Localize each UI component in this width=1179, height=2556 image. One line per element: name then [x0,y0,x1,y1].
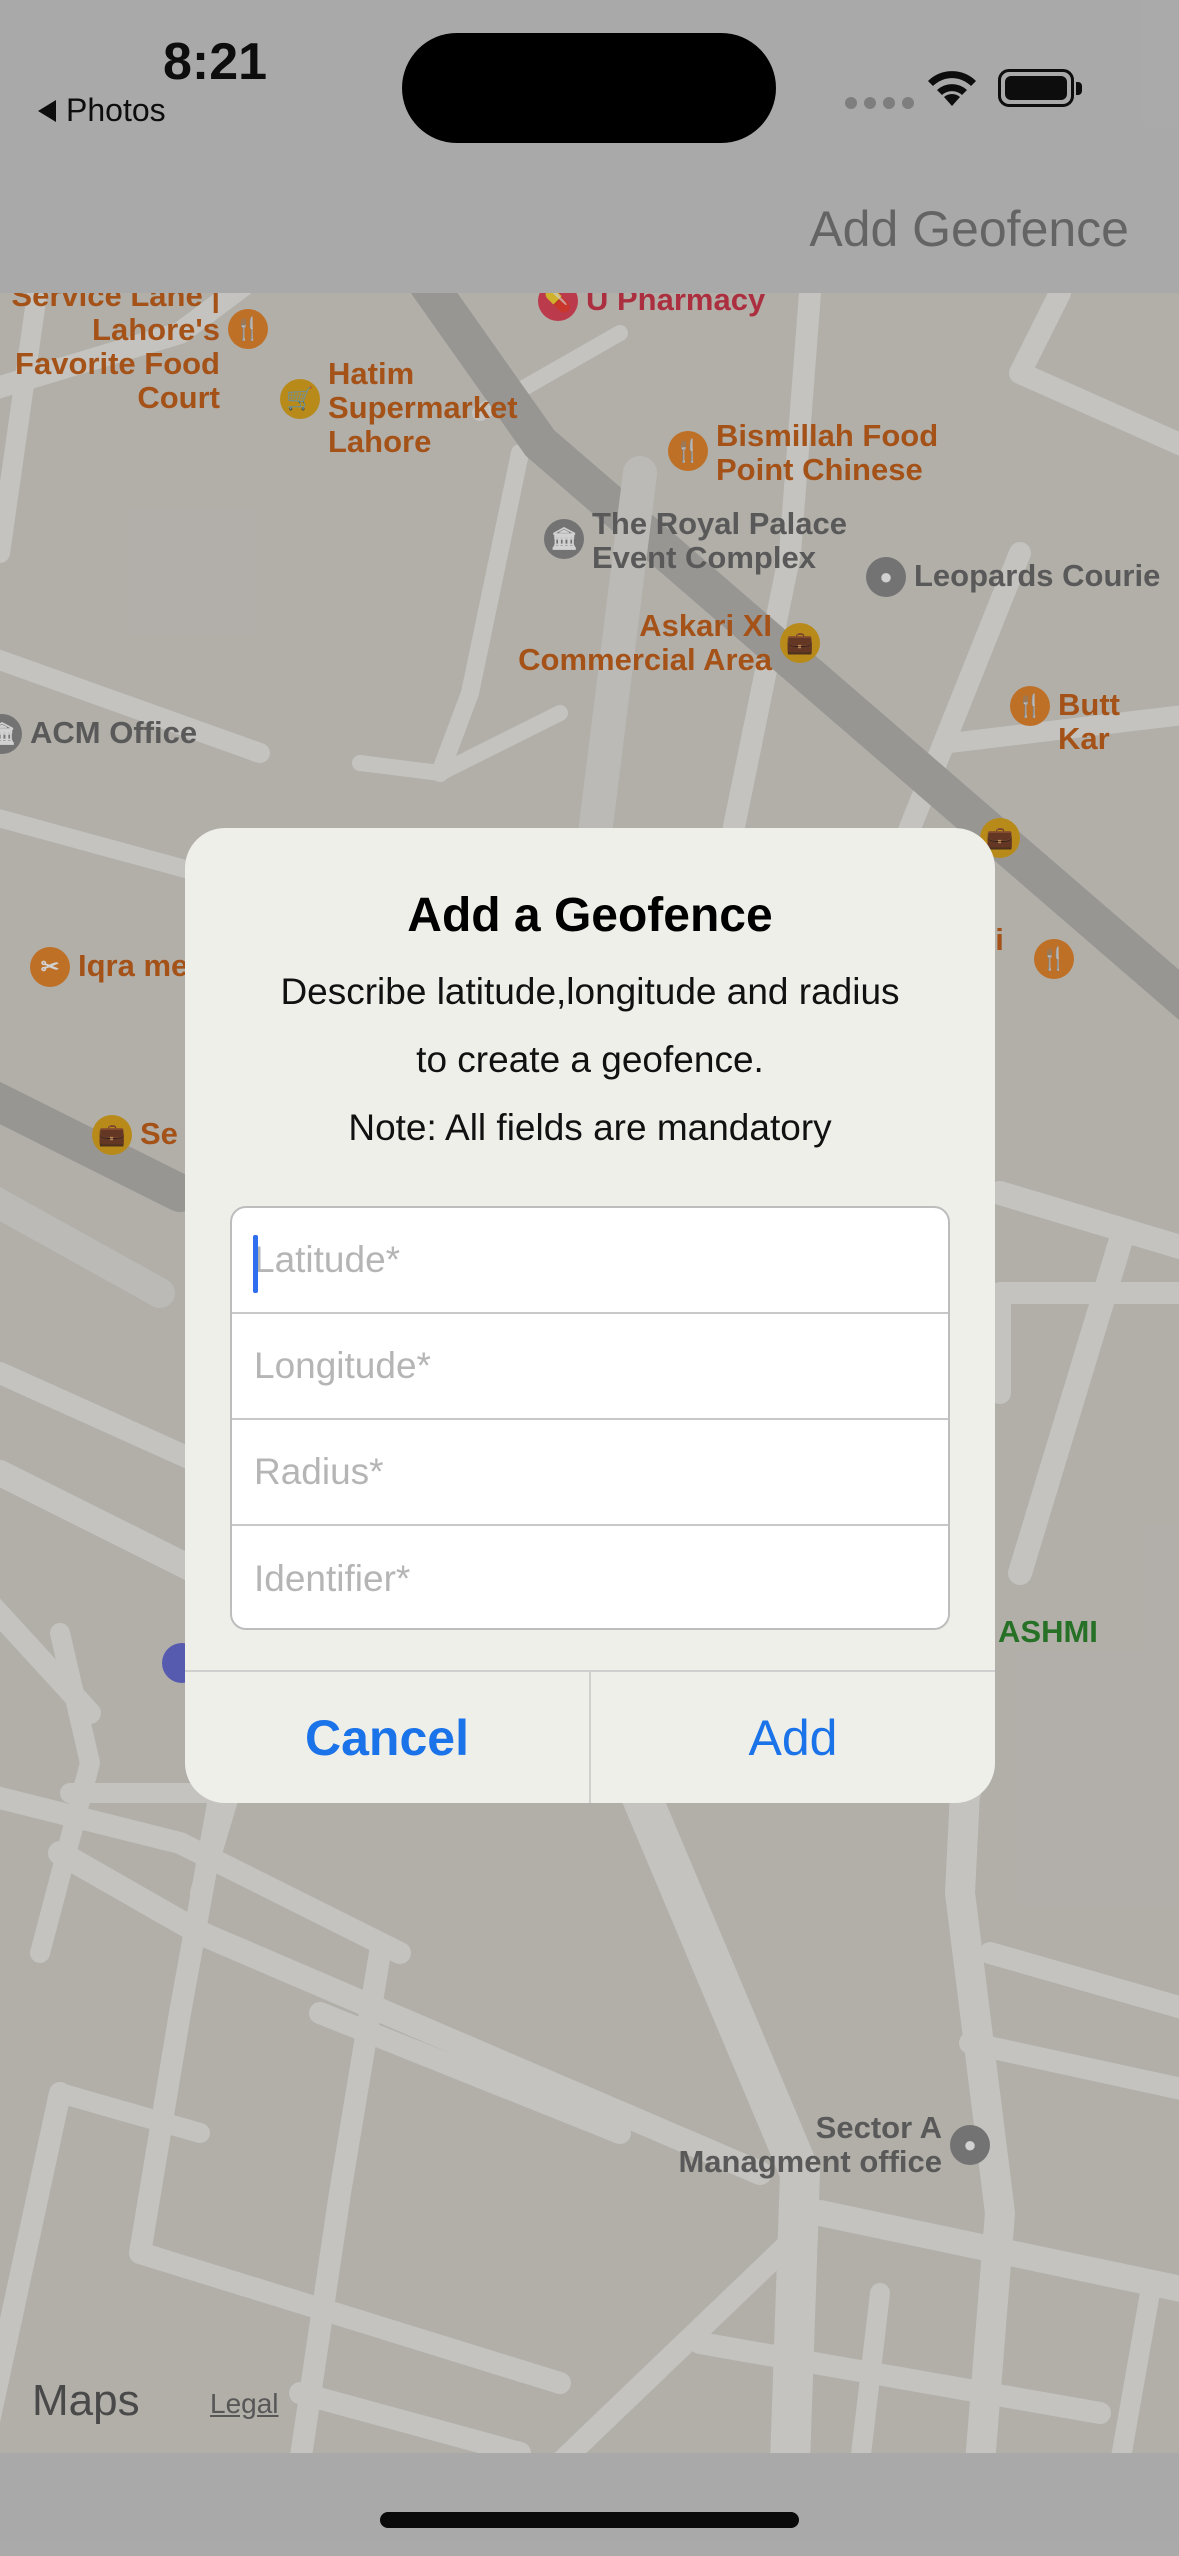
cancel-button[interactable]: Cancel [185,1672,591,1803]
alert-actions: Cancel Add [185,1670,995,1803]
alert-title: Add a Geofence [407,889,773,942]
add-geofence-alert: Add a Geofence Describe latitude,longitu… [185,828,995,1803]
latitude-field-row [232,1208,948,1314]
radius-field-row [232,1420,948,1526]
add-button[interactable]: Add [591,1672,995,1803]
latitude-input[interactable] [232,1208,948,1312]
radius-input[interactable] [232,1420,948,1524]
alert-message-line: Describe latitude,longitude and radius [280,971,900,1012]
alert-message-line: to create a geofence. [416,1039,764,1080]
text-cursor [253,1235,258,1293]
alert-message-line: Note: All fields are mandatory [348,1107,832,1148]
alert-text-fields [230,1206,950,1630]
alert-message: Describe latitude,longitude and radius t… [215,958,965,1162]
identifier-input[interactable] [232,1526,948,1628]
identifier-field-row [232,1526,948,1628]
longitude-input[interactable] [232,1314,948,1418]
longitude-field-row [232,1314,948,1420]
